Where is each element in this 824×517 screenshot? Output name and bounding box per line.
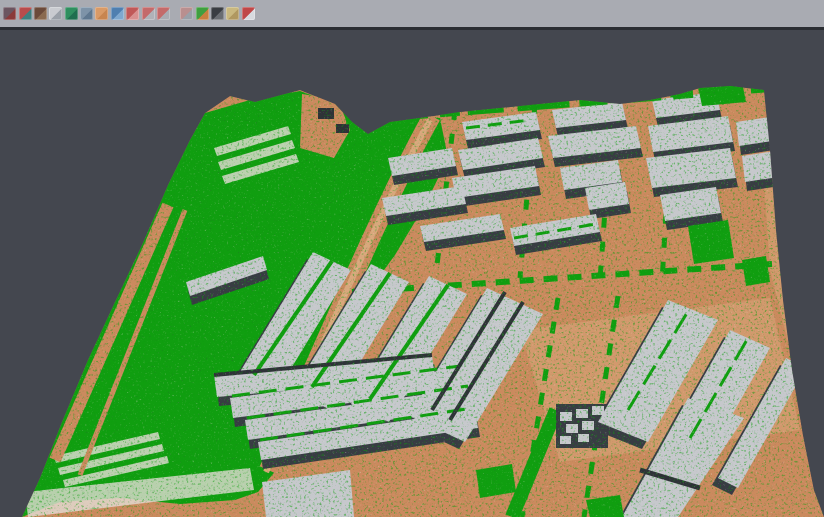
noise-dark	[0, 70, 824, 517]
globe-view-icon[interactable]	[111, 7, 124, 20]
selection-bounds-icon[interactable]	[157, 7, 170, 20]
ortho-image-icon[interactable]	[95, 7, 108, 20]
camera-icon[interactable]	[211, 7, 224, 20]
circle-tool-icon[interactable]	[142, 7, 155, 20]
texture-grid-icon[interactable]	[180, 7, 193, 20]
layer-list-icon[interactable]	[126, 7, 139, 20]
surface-model-icon[interactable]	[65, 7, 78, 20]
measure-marks-icon[interactable]	[226, 7, 239, 20]
vertical-ruler-icon[interactable]	[80, 7, 93, 20]
toolbar	[0, 0, 824, 30]
flag-card-icon[interactable]	[242, 7, 255, 20]
viewport-3d[interactable]	[0, 30, 824, 517]
points-display-icon[interactable]	[19, 7, 32, 20]
point-selection-icon[interactable]	[49, 7, 62, 20]
classified-map-icon[interactable]	[196, 7, 209, 20]
terrain-model-icon[interactable]	[34, 7, 47, 20]
open-project-icon[interactable]	[3, 7, 16, 20]
point-cloud-scene	[0, 30, 824, 517]
